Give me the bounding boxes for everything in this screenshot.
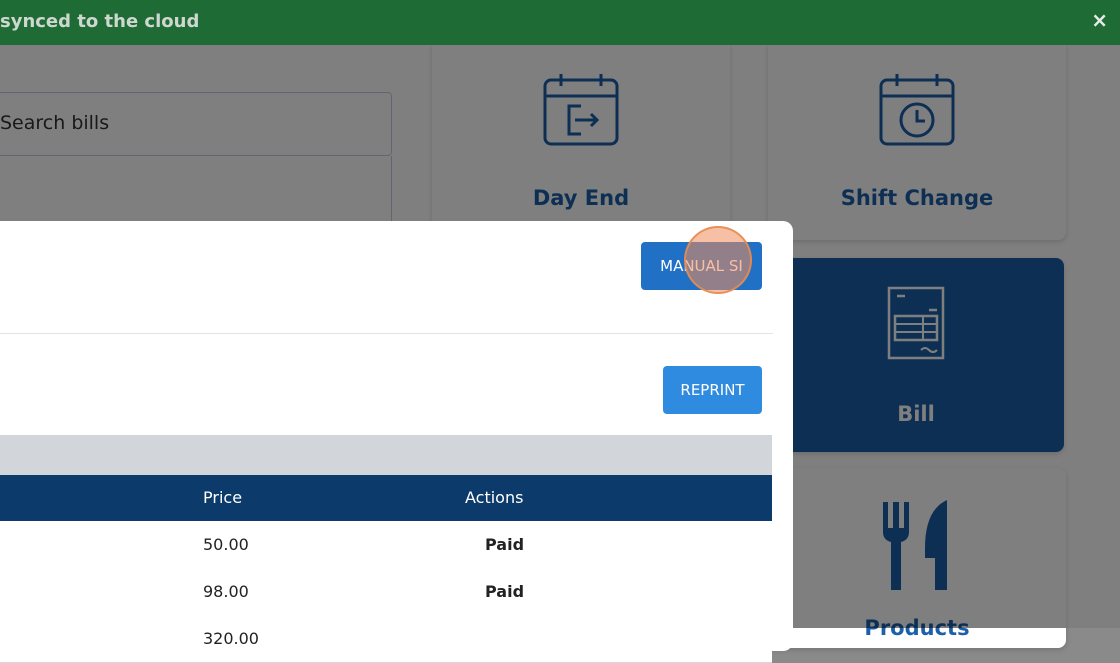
toast-message: synced to the cloud bbox=[0, 11, 200, 32]
price-cell: 98.00 bbox=[203, 582, 249, 601]
table-toolbar bbox=[0, 435, 772, 475]
table-row[interactable]: 320.00 bbox=[0, 615, 772, 663]
reprint-button[interactable]: REPRINT bbox=[663, 366, 762, 414]
table-row[interactable]: 98.00 Paid bbox=[0, 568, 772, 616]
divider bbox=[0, 333, 773, 334]
price-cell: 50.00 bbox=[203, 535, 249, 554]
column-header-actions: Actions bbox=[465, 488, 524, 507]
table-row[interactable]: 50.00 Paid bbox=[0, 521, 772, 569]
close-icon[interactable]: × bbox=[1091, 8, 1108, 32]
status-cell[interactable]: Paid bbox=[485, 535, 524, 554]
status-cell[interactable]: Paid bbox=[485, 582, 524, 601]
sync-toast: synced to the cloud × bbox=[0, 0, 1120, 45]
manual-si-button[interactable]: MANUAL SI bbox=[641, 242, 762, 290]
bill-modal: MANUAL SI REPRINT Price Actions 50.00 Pa… bbox=[0, 221, 793, 663]
column-header-price: Price bbox=[203, 488, 243, 507]
table-header: Price Actions bbox=[0, 475, 772, 521]
price-cell: 320.00 bbox=[203, 629, 259, 648]
